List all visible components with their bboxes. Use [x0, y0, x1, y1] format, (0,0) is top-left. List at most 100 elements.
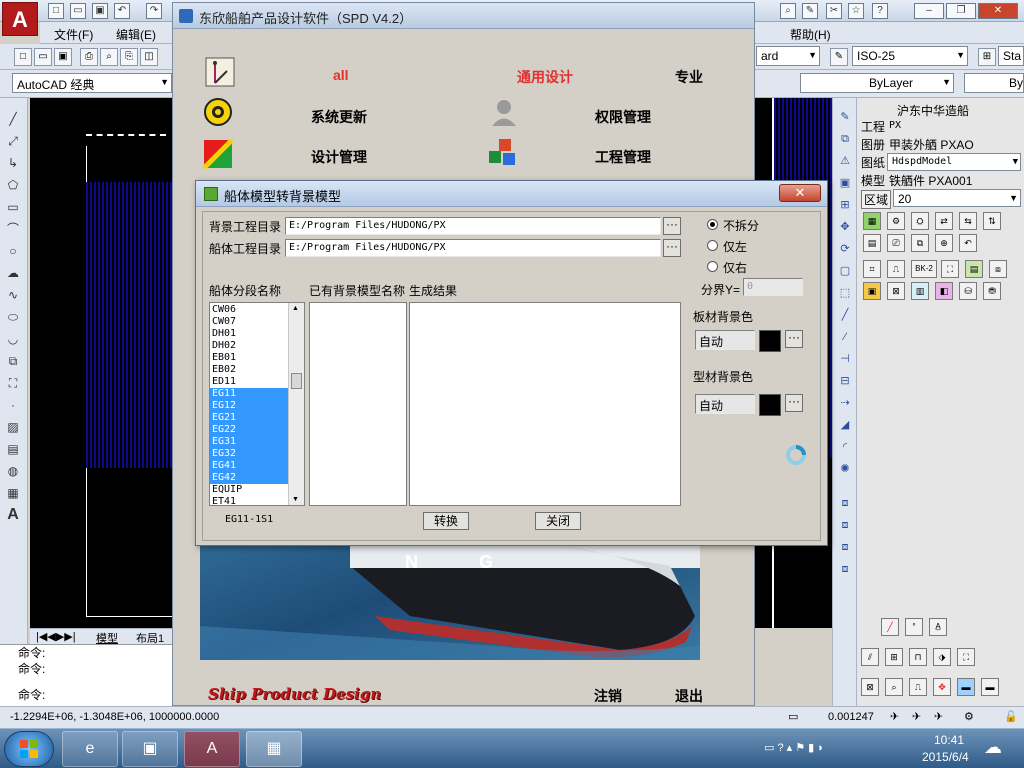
new-icon[interactable]: □: [48, 3, 64, 19]
bg-dir-browse-button[interactable]: ···: [663, 217, 681, 235]
radio-left-only[interactable]: [707, 240, 718, 251]
system-update-link[interactable]: 系统更新: [311, 107, 367, 127]
tray-icons[interactable]: ▭ ? ▴ ⚑ ▮ ◗: [764, 741, 824, 754]
panel-tool-23-icon[interactable]: ⛃: [983, 282, 1001, 300]
line-icon[interactable]: ╱: [4, 110, 22, 128]
print-icon[interactable]: ⎙: [80, 48, 98, 66]
plate-bg-swatch[interactable]: [759, 330, 781, 352]
tablestyle-icon[interactable]: ⊞: [978, 48, 996, 66]
annoscale-icon[interactable]: ✈: [890, 710, 899, 723]
panel-tool-6-icon[interactable]: ⇅: [983, 212, 1001, 230]
project-manage-link[interactable]: 工程管理: [595, 147, 651, 167]
autoscale-icon[interactable]: ✈: [934, 710, 943, 723]
move-icon[interactable]: ✥: [836, 218, 854, 236]
gear-icon[interactable]: [203, 97, 233, 127]
restore-icon[interactable]: ❐: [946, 3, 976, 19]
erase-icon[interactable]: ✎: [836, 108, 854, 126]
chamfer-icon[interactable]: ◢: [836, 416, 854, 434]
spd-taskbar-icon[interactable]: ▦: [246, 731, 302, 767]
extend-icon[interactable]: ⁄: [836, 328, 854, 346]
undo-icon[interactable]: ↶: [114, 3, 130, 19]
tab-general-design[interactable]: 通用设计: [517, 67, 573, 87]
preview-icon[interactable]: ⌕: [100, 48, 118, 66]
permission-link[interactable]: 权限管理: [595, 107, 651, 127]
panel-tool-32-icon[interactable]: ✥: [933, 678, 951, 696]
linetype-combo[interactable]: ByL: [964, 73, 1024, 93]
logout-button[interactable]: 注销: [594, 686, 622, 706]
panel-tool-11-icon[interactable]: ↶: [959, 234, 977, 252]
draworder-icon[interactable]: ⧈: [836, 494, 854, 512]
panel-tool-2-icon[interactable]: ⚙: [887, 212, 905, 230]
scale-readout[interactable]: 0.001247: [828, 711, 874, 723]
new-file-icon[interactable]: □: [14, 48, 32, 66]
start-button[interactable]: [4, 731, 54, 767]
scale-icon[interactable]: ▢: [836, 262, 854, 280]
help-icon[interactable]: ?: [872, 3, 888, 19]
tools-icon[interactable]: ✎: [802, 3, 818, 19]
workspace-combo[interactable]: AutoCAD 经典 ▼: [12, 73, 172, 93]
panel-tool-16-icon[interactable]: ▤: [965, 260, 983, 278]
panel-tool-3-icon[interactable]: ⛭: [911, 212, 929, 230]
bring-above-icon[interactable]: ⧈: [836, 560, 854, 578]
exchange-icon[interactable]: ✂: [826, 3, 842, 19]
panel-deg-icon[interactable]: °: [905, 618, 923, 636]
panel-tool-18-icon[interactable]: ▣: [863, 282, 881, 300]
clock-date[interactable]: 2015/6/4: [922, 750, 969, 764]
panel-tool-12-icon[interactable]: ⌗: [863, 260, 881, 278]
redo-icon[interactable]: ↷: [146, 3, 162, 19]
insert-block-icon[interactable]: ⧉: [4, 352, 22, 370]
arc-icon[interactable]: ⌒: [4, 220, 22, 238]
compass-icon[interactable]: [205, 57, 235, 87]
region-combo[interactable]: 20 ▼: [893, 189, 1021, 207]
panel-tool-24-icon[interactable]: ⫽: [861, 648, 879, 666]
ellipse-icon[interactable]: ⬭: [4, 308, 22, 326]
panel-tool-33-icon[interactable]: ▬: [957, 678, 975, 696]
profile-bg-swatch[interactable]: [759, 394, 781, 416]
save-icon[interactable]: ▣: [92, 3, 108, 19]
revcloud-icon[interactable]: ☁: [4, 264, 22, 282]
command-line-input[interactable]: 命令:: [0, 687, 172, 703]
command-line[interactable]: 命令: 命令: 命令:: [0, 644, 172, 706]
mirror-icon[interactable]: ⚠: [836, 152, 854, 170]
circle-icon[interactable]: ○: [4, 242, 22, 260]
panel-tool-31-icon[interactable]: ⎍: [909, 678, 927, 696]
fillet-icon[interactable]: ◜: [836, 438, 854, 456]
open-file-icon[interactable]: ▭: [34, 48, 52, 66]
panel-tool-25-icon[interactable]: ⊞: [885, 648, 903, 666]
radio-no-split[interactable]: [707, 219, 718, 230]
panel-tool-21-icon[interactable]: ◧: [935, 282, 953, 300]
plate-bg-pick-button[interactable]: ···: [785, 330, 803, 348]
copy-icon[interactable]: ⧉: [836, 130, 854, 148]
panel-tool-17-icon[interactable]: ⧈: [989, 260, 1007, 278]
ellipse-arc-icon[interactable]: ◡: [4, 330, 22, 348]
construction-line-icon[interactable]: ⤢: [4, 132, 22, 150]
existing-models-listbox[interactable]: [309, 302, 407, 506]
clock-time[interactable]: 10:41: [934, 733, 964, 747]
break-point-icon[interactable]: ⊣: [836, 350, 854, 368]
panel-tool-22-icon[interactable]: ⛁: [959, 282, 977, 300]
table-icon[interactable]: ▦: [4, 484, 22, 502]
split-y-input[interactable]: 0: [743, 278, 803, 296]
menu-help[interactable]: 帮助(H): [790, 26, 831, 43]
stretch-icon[interactable]: ⬚: [836, 284, 854, 302]
explorer-taskbar-icon[interactable]: ▣: [122, 731, 178, 767]
user-icon[interactable]: [489, 97, 519, 127]
segments-scrollbar[interactable]: ▲ ▼: [288, 303, 304, 505]
panel-dim-icon[interactable]: A̲: [929, 618, 947, 636]
panel-tool-27-icon[interactable]: ⬗: [933, 648, 951, 666]
mtext-icon[interactable]: A: [4, 506, 22, 524]
panel-tool-20-icon[interactable]: ▥: [911, 282, 929, 300]
panel-tool-8-icon[interactable]: ⎚: [887, 234, 905, 252]
panel-tool-7-icon[interactable]: ▤: [863, 234, 881, 252]
hull-dir-browse-button[interactable]: ···: [663, 239, 681, 257]
trim-icon[interactable]: ╱: [836, 306, 854, 324]
tab-all[interactable]: all: [333, 67, 349, 83]
workspace-switch-icon[interactable]: ⚙: [964, 710, 974, 723]
hull-dir-input[interactable]: E:/Program Files/HUDONG/PX: [285, 239, 661, 257]
toolbar-lock-icon[interactable]: 🔓: [1004, 710, 1018, 723]
panel-tool-4-icon[interactable]: ⇄: [935, 212, 953, 230]
draworder-back-icon[interactable]: ⧈: [836, 538, 854, 556]
tab-nav-icon[interactable]: |◀◀▶▶|: [36, 630, 76, 643]
menu-edit[interactable]: 编辑(E): [116, 26, 156, 43]
radio-right-only[interactable]: [707, 261, 718, 272]
